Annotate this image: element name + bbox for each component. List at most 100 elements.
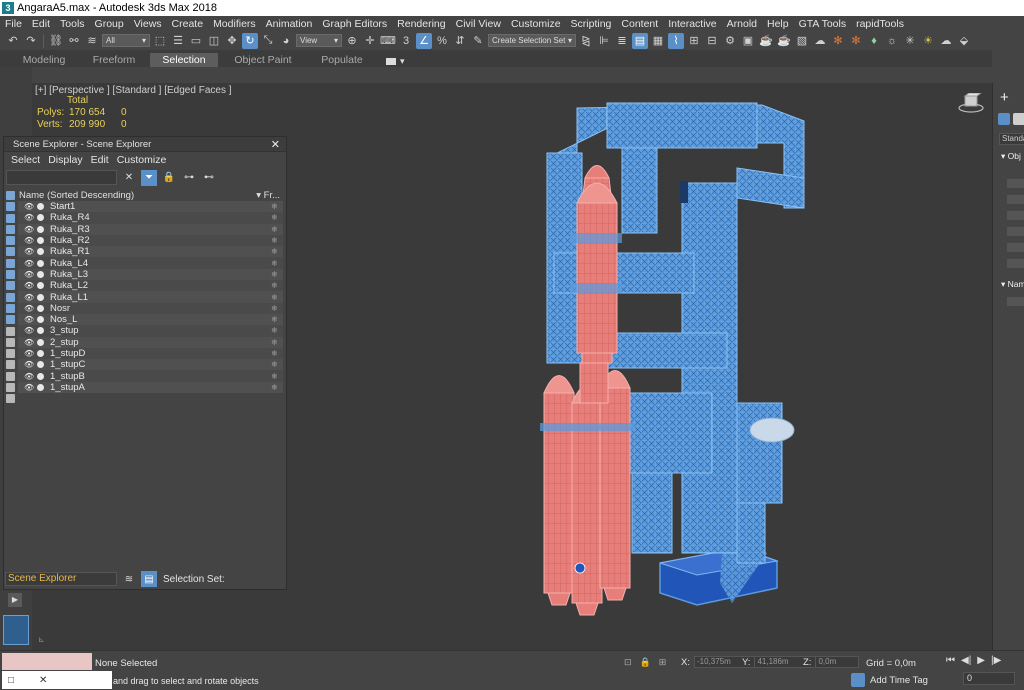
menu-graph-editors[interactable]: Graph Editors	[317, 18, 392, 30]
eye-icon[interactable]: 👁	[24, 326, 34, 335]
freeze-icon[interactable]: ❄	[271, 360, 283, 369]
arnold-icon[interactable]: ✻	[830, 33, 846, 49]
list-item[interactable]: 👁 Ruka_L1 ❄	[18, 291, 283, 303]
freeze-icon[interactable]: ❄	[271, 383, 283, 392]
ribbon-options-button[interactable]: ▾	[386, 55, 405, 67]
name-field[interactable]	[1007, 297, 1024, 306]
clear-search-icon[interactable]: ✕	[121, 170, 137, 186]
se-menu-select[interactable]: Select	[7, 154, 44, 166]
freeze-icon[interactable]: ❄	[271, 372, 283, 381]
selection-lock-icon[interactable]: 🔒	[640, 657, 651, 668]
display-invert-icon[interactable]	[6, 349, 15, 359]
angle-snap-icon[interactable]: ∠	[416, 32, 432, 49]
object-type-button[interactable]	[1007, 243, 1024, 252]
arnold-render-icon[interactable]: ✻	[848, 33, 864, 49]
go-to-start-icon[interactable]: ⏮	[946, 655, 955, 666]
display-groups-icon[interactable]	[6, 258, 15, 268]
freeze-icon[interactable]: ❄	[271, 270, 283, 279]
tab-freeform[interactable]: Freeform	[80, 53, 148, 67]
play-icon[interactable]: ▶	[977, 655, 985, 666]
display-shapes-icon[interactable]	[6, 202, 15, 212]
geometry-tab-icon[interactable]	[998, 113, 1010, 125]
close-icon[interactable]: ✕	[271, 138, 280, 151]
menu-civil-view[interactable]: Civil View	[451, 18, 506, 30]
graphite-ribbon-icon[interactable]: ▦	[650, 33, 666, 49]
eye-icon[interactable]: 👁	[24, 293, 34, 302]
freeze-icon[interactable]: ❄	[271, 259, 283, 268]
menu-rapidtools[interactable]: rapidTools	[851, 18, 909, 30]
freeze-icon[interactable]: ❄	[271, 281, 283, 290]
eye-icon[interactable]: 👁	[24, 270, 34, 279]
sync-selection-icon[interactable]: ⊷	[201, 170, 217, 186]
absolute-mode-icon[interactable]: ⊞	[659, 657, 667, 668]
menu-group[interactable]: Group	[90, 18, 129, 30]
eye-icon[interactable]: 👁	[24, 338, 34, 347]
menu-rendering[interactable]: Rendering	[392, 18, 450, 30]
photometric-icon[interactable]: ✳	[902, 33, 918, 49]
list-item[interactable]: 👁 Ruka_R3 ❄	[18, 223, 283, 235]
next-frame-icon[interactable]: |▶	[991, 655, 1001, 666]
object-type-button[interactable]	[1007, 227, 1024, 236]
rendered-frame-icon[interactable]: ▣	[740, 33, 756, 49]
expand-layout-button[interactable]: ▶	[8, 593, 22, 607]
freeze-icon[interactable]: ❄	[271, 236, 283, 245]
freeze-icon[interactable]: ❄	[271, 315, 283, 324]
spinner-snap-icon[interactable]: ⇵	[452, 33, 468, 49]
pivot-center-icon[interactable]: ⊕	[344, 33, 360, 49]
close-icon[interactable]: ✕	[39, 675, 47, 686]
z-field[interactable]: 0,0m	[815, 656, 860, 668]
bind-space-warp-icon[interactable]: ≋	[84, 33, 100, 49]
tab-modeling[interactable]: Modeling	[10, 53, 78, 67]
schematic-view-icon[interactable]: ⊞	[686, 33, 702, 49]
select-rotate-icon[interactable]: ↻	[242, 32, 258, 49]
tab-object-paint[interactable]: Object Paint	[220, 53, 306, 67]
list-item[interactable]: 👁 1_stupA ❄	[18, 381, 283, 394]
freeze-icon[interactable]: ❄	[271, 202, 283, 211]
list-item[interactable]: 👁 1_stupB ❄	[18, 370, 283, 382]
curve-editor-icon[interactable]: ⌇	[668, 32, 684, 49]
rectangular-selection-icon[interactable]: ▭	[188, 33, 204, 49]
list-item[interactable]: 👁 Start1 ❄	[18, 201, 283, 213]
light-list-icon[interactable]: ☼	[884, 33, 900, 49]
filter-funnel-icon[interactable]	[6, 383, 15, 393]
freeze-icon[interactable]: ❄	[271, 326, 283, 335]
display-lights-icon[interactable]	[6, 213, 15, 223]
minimize-icon[interactable]: □	[8, 675, 14, 686]
display-children-icon[interactable]	[6, 360, 15, 370]
column-name-header[interactable]: Name (Sorted Descending)	[19, 190, 134, 201]
menu-file[interactable]: File	[0, 18, 27, 30]
sky-icon[interactable]: ☁	[938, 33, 954, 49]
column-frozen-header[interactable]: ▾ Fr...	[256, 190, 280, 201]
previous-frame-icon[interactable]: ◀|	[961, 655, 971, 666]
render-cloud-icon[interactable]: ☁	[812, 33, 828, 49]
eye-icon[interactable]: 👁	[24, 213, 34, 222]
menu-modifiers[interactable]: Modifiers	[208, 18, 261, 30]
eye-icon[interactable]: 👁	[24, 259, 34, 268]
tab-populate[interactable]: Populate	[308, 53, 376, 67]
current-frame-field[interactable]: 0	[963, 672, 1015, 685]
shapes-tab-icon[interactable]	[1013, 113, 1024, 125]
freeze-icon[interactable]: ❄	[271, 293, 283, 302]
undo-icon[interactable]: ↶	[5, 33, 21, 49]
create-tab-icon[interactable]: +	[1000, 89, 1009, 106]
percent-snap-icon[interactable]: %	[434, 33, 450, 49]
eye-icon[interactable]: 👁	[24, 247, 34, 256]
display-none-icon[interactable]	[6, 337, 15, 347]
freeze-icon[interactable]: ❄	[271, 213, 283, 222]
select-move-icon[interactable]: ✥	[224, 33, 240, 49]
window-crossing-icon[interactable]: ◫	[206, 33, 222, 49]
list-item[interactable]: 👁 Ruka_L2 ❄	[18, 280, 283, 292]
place-icon[interactable]: ◕	[278, 33, 294, 49]
display-frozen-icon[interactable]	[6, 303, 15, 313]
extra-tool-icon[interactable]: ⬙	[956, 33, 972, 49]
menu-help[interactable]: Help	[762, 18, 794, 30]
select-object-icon[interactable]: ⬚	[152, 33, 168, 49]
display-hidden-icon[interactable]	[6, 315, 15, 325]
menu-create[interactable]: Create	[167, 18, 209, 30]
display-bones-icon[interactable]	[6, 281, 15, 291]
render-iterative-icon[interactable]: ☕	[776, 33, 792, 49]
freeze-icon[interactable]: ❄	[271, 304, 283, 313]
filter-icon[interactable]: ⏷	[141, 169, 157, 186]
freeze-icon[interactable]: ❄	[271, 338, 283, 347]
tab-selection[interactable]: Selection	[150, 53, 218, 67]
